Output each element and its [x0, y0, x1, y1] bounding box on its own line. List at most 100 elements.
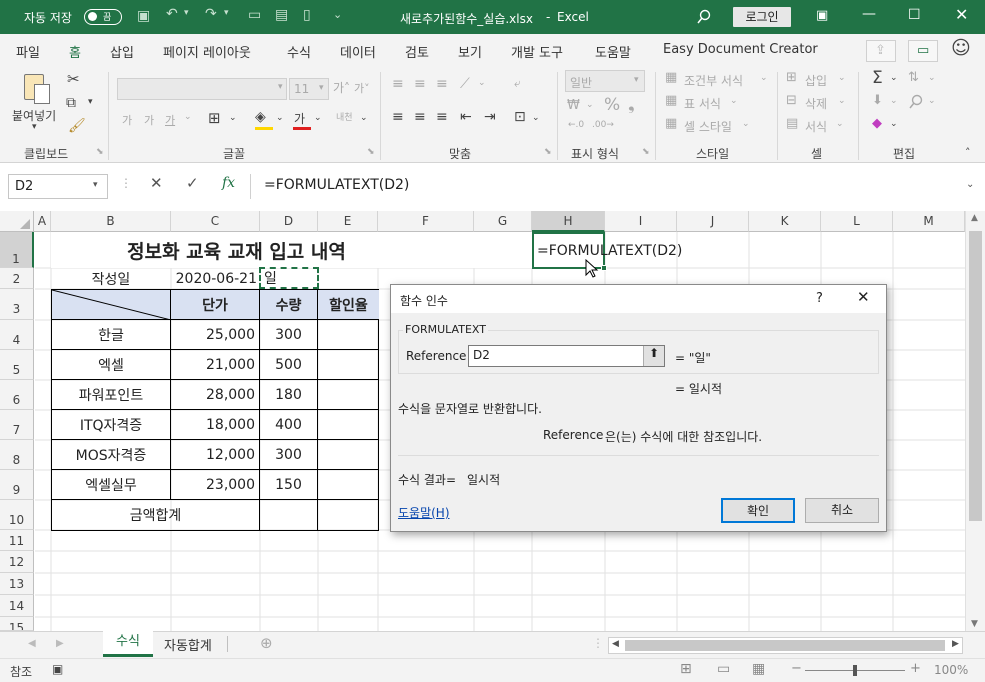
item-price-cell[interactable]: 28,000 [171, 380, 260, 410]
item-price-cell[interactable]: 25,000 [171, 320, 260, 350]
scroll-up-icon[interactable]: ▲ [971, 213, 978, 223]
orientation-icon[interactable]: ⟋ [460, 76, 470, 92]
page-break-view-icon[interactable]: ▦ [752, 661, 765, 677]
header-quantity[interactable]: 수량 [260, 290, 318, 320]
diagonal-header-cell[interactable] [52, 290, 171, 320]
split-handle-icon[interactable]: ⋮ [592, 636, 604, 650]
row-header-1[interactable]: 1 [0, 232, 34, 268]
zoom-in-icon[interactable]: + [910, 661, 921, 676]
comma-icon[interactable]: ❟ [628, 95, 635, 115]
scroll-thumb[interactable] [969, 231, 982, 521]
decrease-indent-icon[interactable]: ⇤ [460, 109, 472, 125]
column-header-e[interactable]: E [318, 211, 378, 232]
font-name-box[interactable]: ▾ [117, 78, 287, 100]
item-price-cell[interactable]: 21,000 [171, 350, 260, 380]
row-header-5[interactable]: 5 [0, 350, 34, 380]
fill-handle[interactable] [601, 265, 607, 271]
paste-dropdown-icon[interactable]: ▾ [32, 122, 37, 132]
column-header-d[interactable]: D [260, 211, 318, 232]
font-size-box[interactable]: 11 ▾ [289, 78, 329, 100]
column-header-m[interactable]: M [893, 211, 965, 232]
vertical-scrollbar[interactable]: ▲ ▼ [965, 211, 985, 631]
item-discount-cell[interactable] [318, 410, 379, 440]
minimize-icon[interactable]: — [862, 6, 876, 22]
table-format-icon[interactable]: ▦ [665, 93, 677, 108]
clipboard-launcher-icon[interactable]: ⬊ [96, 147, 104, 157]
page-layout-view-icon[interactable]: ▭ [717, 661, 730, 677]
item-discount-cell[interactable] [318, 470, 379, 500]
tab-insert[interactable]: 삽입 [110, 42, 134, 61]
scroll-down-icon[interactable]: ▼ [971, 619, 978, 629]
column-header-l[interactable]: L [821, 211, 893, 232]
reference-input[interactable]: D2 [468, 345, 665, 367]
login-button[interactable]: 로그인 [733, 7, 791, 27]
close-icon[interactable]: ✕ [955, 5, 968, 24]
row-header-13[interactable]: 13 [0, 573, 34, 595]
row-header-11[interactable]: 11 [0, 530, 34, 551]
item-name-cell[interactable]: MOS자격증 [52, 440, 171, 470]
align-right-icon[interactable]: ≡ [436, 109, 448, 125]
zoom-level[interactable]: 100% [934, 663, 968, 677]
row-header-4[interactable]: 4 [0, 320, 34, 350]
smiley-feedback-icon[interactable]: ☺ [951, 37, 971, 59]
print-preview-icon[interactable]: ▭ [248, 7, 261, 23]
redo-icon[interactable]: ↷ [205, 6, 217, 22]
column-header-h[interactable]: H [532, 211, 605, 232]
customize-qat-icon[interactable]: ⌄ [333, 8, 342, 21]
delete-cells-icon[interactable]: ⊟ [786, 93, 797, 108]
tab-formulas[interactable]: 수식 [287, 42, 311, 61]
prev-sheet-icon[interactable]: ◀ [28, 638, 36, 649]
row-header-8[interactable]: 8 [0, 440, 34, 470]
row-header-12[interactable]: 12 [0, 551, 34, 573]
tab-developer[interactable]: 개발 도구 [511, 42, 563, 61]
copy-icon[interactable]: ⧉ [66, 95, 76, 111]
cut-icon[interactable]: ✂ [67, 70, 80, 88]
font-launcher-icon[interactable]: ⬊ [367, 147, 375, 157]
copy-dropdown-icon[interactable]: ▾ [88, 97, 93, 107]
scroll-left-icon[interactable]: ◀ [612, 639, 619, 649]
table-format-label[interactable]: 표 서식 [684, 95, 721, 112]
name-box[interactable]: D2 ▾ [8, 174, 108, 199]
item-qty-cell[interactable]: 150 [260, 470, 318, 500]
item-qty-cell[interactable]: 180 [260, 380, 318, 410]
format-painter-icon[interactable]: 🖌 [68, 118, 86, 134]
item-price-cell[interactable]: 23,000 [171, 470, 260, 500]
cell-styles-dropdown-icon[interactable]: ⌄ [742, 119, 750, 129]
next-sheet-icon[interactable]: ▶ [56, 638, 64, 649]
sheet-title[interactable]: 정보화 교육 교재 입고 내역 [51, 232, 532, 268]
merge-center-icon[interactable]: ⊡ [514, 109, 526, 125]
drag-handle-icon[interactable]: ⋮ [120, 176, 132, 190]
item-qty-cell[interactable]: 400 [260, 410, 318, 440]
accessibility-icon[interactable]: ▣ [52, 662, 63, 676]
sort-filter-icon[interactable]: ⇅ [908, 70, 919, 85]
undo-icon[interactable]: ↶ [166, 6, 178, 22]
add-sheet-icon[interactable]: ⊕ [260, 634, 273, 652]
currency-icon[interactable]: ₩ [567, 98, 580, 113]
underline-dropdown-icon[interactable]: ⌄ [184, 112, 192, 122]
orientation-dropdown-icon[interactable]: ⌄ [478, 78, 486, 88]
increase-font-icon[interactable]: 가˄ [333, 79, 350, 96]
scroll-right-icon[interactable]: ▶ [952, 639, 959, 649]
border-icon[interactable]: ⊞ [208, 109, 221, 127]
delete-cells-label[interactable]: 삭제 [805, 95, 827, 112]
number-launcher-icon[interactable]: ⬊ [642, 147, 650, 157]
item-qty-cell[interactable]: 300 [260, 320, 318, 350]
row-header-15[interactable]: 15 [0, 617, 34, 631]
header-discount[interactable]: 할인율 [318, 290, 379, 320]
row-header-3[interactable]: 3 [0, 289, 34, 320]
tab-view[interactable]: 보기 [458, 42, 482, 61]
fill-dropdown-icon[interactable]: ⌄ [890, 96, 898, 106]
tab-easy-document-creator[interactable]: Easy Document Creator [663, 42, 818, 57]
increase-decimal-icon[interactable]: ←.0 [568, 120, 584, 130]
help-link[interactable]: 도움말(H) [398, 504, 450, 521]
tab-review[interactable]: 검토 [405, 42, 429, 61]
collapse-dialog-button[interactable]: ⬆ [643, 346, 664, 366]
row-header-6[interactable]: 6 [0, 380, 34, 410]
conditional-format-dropdown-icon[interactable]: ⌄ [760, 73, 768, 83]
currency-dropdown-icon[interactable]: ⌄ [586, 100, 594, 110]
column-header-f[interactable]: F [378, 211, 474, 232]
sort-filter-dropdown-icon[interactable]: ⌄ [928, 73, 936, 83]
item-name-cell[interactable]: ITQ자격증 [52, 410, 171, 440]
collapse-ribbon-icon[interactable]: ˄ [965, 146, 971, 159]
align-left-icon[interactable]: ≡ [392, 109, 404, 125]
